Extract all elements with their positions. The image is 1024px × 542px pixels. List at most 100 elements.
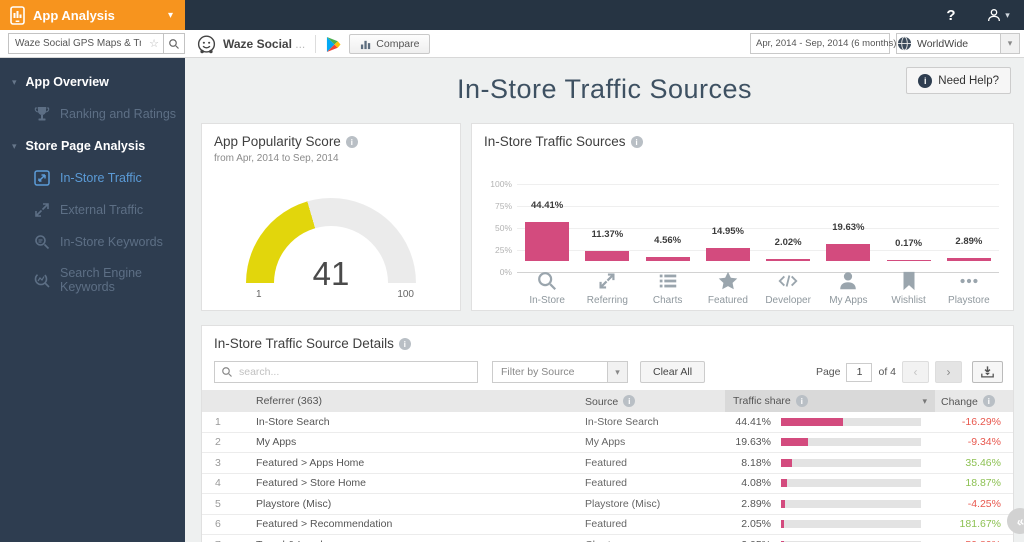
app-toolbar: ☆ Waze Social ... Compare Apr, 2014 - Se… <box>0 30 1024 58</box>
app-search-input[interactable] <box>9 38 146 49</box>
chart-category-featured[interactable]: 14.95% Featured <box>698 184 758 306</box>
date-range-picker[interactable]: Apr, 2014 - Sep, 2014 (6 months) <box>750 33 896 54</box>
table-search-input[interactable] <box>239 366 477 378</box>
row-traffic-share: 4.08% <box>725 477 935 489</box>
table-row[interactable]: 4 Featured > Store Home Featured 4.08% 1… <box>202 473 1013 494</box>
table-controls: Filter by Source ▾ Clear All Page of 4 ‹… <box>202 357 1013 390</box>
search-icon <box>536 270 558 292</box>
bar-zone: 2.02% <box>758 184 818 261</box>
row-traffic-share: 2.05% <box>725 518 935 530</box>
page-number-input[interactable] <box>846 362 873 382</box>
traffic-share-bar[interactable] <box>585 251 630 261</box>
chevron-down-icon: ▾ <box>1000 34 1019 53</box>
row-change: 35.46% <box>965 456 1001 469</box>
category-label: Wishlist <box>891 295 926 306</box>
list-icon <box>657 270 679 292</box>
app-analysis-menu[interactable]: App Analysis ▾ <box>0 0 185 30</box>
app-popularity-panel: App Popularity Score i from Apr, 2014 to … <box>201 123 461 311</box>
sidebar-item-external-traffic[interactable]: External Traffic <box>0 194 185 226</box>
column-source[interactable]: Source i <box>585 394 725 408</box>
clear-all-button[interactable]: Clear All <box>640 361 706 383</box>
sidebar-section-app-overview[interactable]: ▾ App Overview <box>0 66 185 98</box>
traffic-share-bar[interactable] <box>886 259 931 261</box>
traffic-sources-chart-panel: In-Store Traffic Sources i 100% 75% 50% 25% 0… <box>471 123 1014 311</box>
sidebar-item-search-engine-keywords[interactable]: Search Engine Keywords <box>0 258 185 302</box>
need-help-button[interactable]: i Need Help? <box>906 67 1011 94</box>
chart-category-my-apps[interactable]: 19.63% My Apps <box>818 184 878 306</box>
chart-category-referring[interactable]: 11.37% Referring <box>577 184 637 306</box>
traffic-sources-bar-chart: 44.41% In-Store 11.37% Referring 4.56% C… <box>517 184 999 306</box>
export-button[interactable] <box>972 361 1003 383</box>
prev-page-button[interactable]: ‹ <box>902 361 929 383</box>
column-traffic-share[interactable]: Traffic share i ▾ <box>725 390 935 412</box>
traffic-share-bar[interactable] <box>645 257 690 261</box>
bar-value-label: 11.37% <box>591 229 624 240</box>
bar-zone: 0.17% <box>879 184 939 261</box>
table-row[interactable]: 7 Travel & Local Charts 2.05% -59.89% <box>202 535 1013 542</box>
info-icon[interactable]: i <box>398 338 411 350</box>
column-referrer[interactable]: Referrer (363) <box>246 395 585 407</box>
share-value: 2.05% <box>741 518 771 531</box>
traffic-share-bar[interactable] <box>946 258 991 261</box>
y-axis-tick-label: 0% <box>499 267 512 277</box>
row-traffic-share: 44.41% <box>725 416 935 428</box>
app-search-box: ☆ <box>8 33 185 54</box>
bar-value-label: 2.89% <box>955 236 983 248</box>
y-axis-tick-label: 25% <box>494 245 512 255</box>
share-bar-fill <box>781 499 786 508</box>
sidebar-item-in-store-keywords[interactable]: In-Store Keywords <box>0 226 185 258</box>
traffic-share-bar[interactable] <box>766 259 811 261</box>
bar-value-label: 0.17% <box>895 237 923 249</box>
favorite-star-icon[interactable]: ☆ <box>145 37 163 50</box>
compare-button[interactable]: Compare <box>349 34 431 54</box>
column-change[interactable]: Change i <box>935 394 1013 408</box>
category-label: Developer <box>765 295 811 306</box>
table-panel-title: In-Store Traffic Source Details i <box>202 326 1013 353</box>
info-icon: i <box>623 394 636 407</box>
page-title: In-Store Traffic Sources <box>456 74 753 104</box>
table-row[interactable]: 5 Playstore (Misc) Playstore (Misc) 2.89… <box>202 494 1013 515</box>
chevron-down-icon: ▾ <box>12 76 17 87</box>
search-submit-button[interactable] <box>164 38 184 50</box>
table-row[interactable]: 2 My Apps My Apps 19.63% -9.34% <box>202 432 1013 453</box>
chart-category-in-store[interactable]: 44.41% In-Store <box>517 184 577 306</box>
share-bar-track <box>781 520 921 529</box>
row-referrer: Featured > Apps Home <box>256 456 365 469</box>
traffic-share-bar[interactable] <box>826 243 871 261</box>
table-row[interactable]: 6 Featured > Recommendation Featured 2.0… <box>202 514 1013 535</box>
info-icon[interactable]: i <box>345 136 358 148</box>
sidebar-item-in-store-traffic[interactable]: In-Store Traffic <box>0 162 185 194</box>
filter-by-source-select[interactable]: Filter by Source ▾ <box>492 361 628 383</box>
y-axis-tick-label: 100% <box>490 179 512 189</box>
help-button[interactable]: ? <box>930 7 972 24</box>
share-bar-track <box>781 417 921 426</box>
chart-panel-title: In-Store Traffic Sources i <box>472 124 1013 151</box>
table-row[interactable]: 1 In-Store Search In-Store Search 44.41%… <box>202 412 1013 433</box>
bookmark-icon <box>898 270 920 292</box>
table-row[interactable]: 3 Featured > Apps Home Featured 8.18% 35… <box>202 453 1013 474</box>
bar-value-label: 14.95% <box>711 225 744 237</box>
chart-category-charts[interactable]: 4.56% Charts <box>638 184 698 306</box>
account-menu[interactable]: ▾ <box>972 7 1024 23</box>
row-referrer: In-Store Search <box>256 415 330 428</box>
next-page-button[interactable]: › <box>935 361 962 383</box>
chart-category-developer[interactable]: 2.02% Developer <box>758 184 818 306</box>
google-play-icon <box>327 36 341 52</box>
sidebar-section-store-page-analysis[interactable]: ▾ Store Page Analysis <box>0 130 185 162</box>
chevron-down-icon: ▾ <box>167 9 173 21</box>
download-icon <box>981 366 994 378</box>
traffic-share-bar[interactable] <box>705 247 750 261</box>
in-store-traffic-icon <box>34 170 50 186</box>
bar-value-label: 4.56% <box>654 235 682 246</box>
share-bar-track <box>781 458 921 467</box>
chart-category-wishlist[interactable]: 0.17% Wishlist <box>879 184 939 306</box>
region-select[interactable]: WorldWide ▾ <box>896 33 1020 54</box>
app-name: Waze Social ... <box>223 37 306 51</box>
sidebar-item-ranking-and-ratings[interactable]: Ranking and Ratings <box>0 98 185 130</box>
traffic-share-bar[interactable] <box>525 221 570 261</box>
share-bar-fill <box>781 520 784 529</box>
info-icon[interactable]: i <box>630 136 643 148</box>
chart-category-playstore[interactable]: 2.89% Playstore <box>939 184 999 306</box>
search-icon <box>169 38 179 49</box>
info-icon: i <box>918 73 933 88</box>
